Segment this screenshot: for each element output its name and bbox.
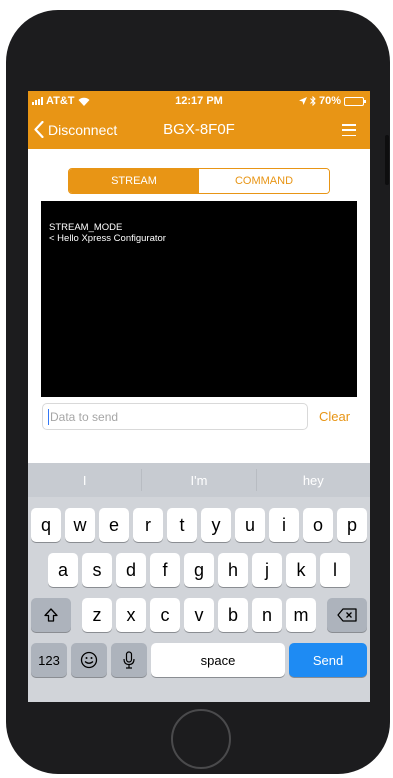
key-b[interactable]: b xyxy=(218,598,248,632)
dictation-key[interactable] xyxy=(111,643,147,677)
app-screen: AT&T 12:17 PM 70% Disconnect BGX-8F0F ST… xyxy=(28,91,370,702)
key-c[interactable]: c xyxy=(150,598,180,632)
key-o[interactable]: o xyxy=(303,508,333,542)
tab-stream[interactable]: STREAM xyxy=(69,169,199,193)
key-g[interactable]: g xyxy=(184,553,214,587)
text-caret xyxy=(48,408,49,425)
key-u[interactable]: u xyxy=(235,508,265,542)
terminal-line: STREAM_MODE xyxy=(49,222,123,233)
send-key[interactable]: Send xyxy=(289,643,367,677)
app-header: AT&T 12:17 PM 70% Disconnect BGX-8F0F xyxy=(28,91,370,149)
key-d[interactable]: d xyxy=(116,553,146,587)
data-to-send-input[interactable]: Data to send xyxy=(42,403,308,430)
delete-key[interactable] xyxy=(327,598,367,632)
key-v[interactable]: v xyxy=(184,598,214,632)
battery-icon xyxy=(344,96,366,106)
key-l[interactable]: l xyxy=(320,553,350,587)
key-w[interactable]: w xyxy=(65,508,95,542)
key-y[interactable]: y xyxy=(201,508,231,542)
key-x[interactable]: x xyxy=(116,598,146,632)
device-title: BGX-8F0F xyxy=(163,121,235,138)
suggestion-item[interactable]: hey xyxy=(257,463,370,497)
numbers-key[interactable]: 123 xyxy=(31,643,67,677)
microphone-icon xyxy=(123,651,135,669)
key-n[interactable]: n xyxy=(252,598,282,632)
keyboard: I I'm hey q w e r t y u i o p a s d f g … xyxy=(28,463,370,702)
key-k[interactable]: k xyxy=(286,553,316,587)
key-r[interactable]: r xyxy=(133,508,163,542)
clear-button[interactable]: Clear xyxy=(319,409,350,424)
input-placeholder: Data to send xyxy=(50,409,119,424)
suggestion-item[interactable]: I'm xyxy=(142,463,255,497)
status-right: 70% xyxy=(298,95,366,107)
emoji-icon xyxy=(80,651,98,669)
key-z[interactable]: z xyxy=(82,598,112,632)
key-t[interactable]: t xyxy=(167,508,197,542)
key-h[interactable]: h xyxy=(218,553,248,587)
key-a[interactable]: a xyxy=(48,553,78,587)
suggestion-item[interactable]: I xyxy=(28,463,141,497)
backspace-icon xyxy=(337,608,357,622)
nav-bar: Disconnect BGX-8F0F xyxy=(28,113,370,149)
shift-icon xyxy=(44,608,58,622)
shift-key[interactable] xyxy=(31,598,71,632)
suggestion-bar: I I'm hey xyxy=(28,463,370,497)
key-s[interactable]: s xyxy=(82,553,112,587)
space-key[interactable]: space xyxy=(151,643,285,677)
key-f[interactable]: f xyxy=(150,553,180,587)
side-button xyxy=(385,135,389,185)
key-q[interactable]: q xyxy=(31,508,61,542)
terminal-line: < Hello Xpress Configurator xyxy=(49,233,166,244)
battery-percent: 70% xyxy=(318,95,341,107)
menu-icon[interactable] xyxy=(342,124,356,136)
home-button[interactable] xyxy=(171,709,231,769)
key-i[interactable]: i xyxy=(269,508,299,542)
key-m[interactable]: m xyxy=(286,598,316,632)
status-bar: AT&T 12:17 PM 70% xyxy=(28,91,370,111)
key-e[interactable]: e xyxy=(99,508,129,542)
emoji-key[interactable] xyxy=(71,643,107,677)
key-p[interactable]: p xyxy=(337,508,367,542)
mode-segmented-control: STREAM COMMAND xyxy=(68,168,330,194)
tab-command[interactable]: COMMAND xyxy=(199,169,329,193)
bluetooth-icon xyxy=(310,96,316,106)
location-arrow-icon xyxy=(298,97,307,105)
key-j[interactable]: j xyxy=(252,553,282,587)
terminal-output: STREAM_MODE < Hello Xpress Configurator xyxy=(41,201,357,397)
